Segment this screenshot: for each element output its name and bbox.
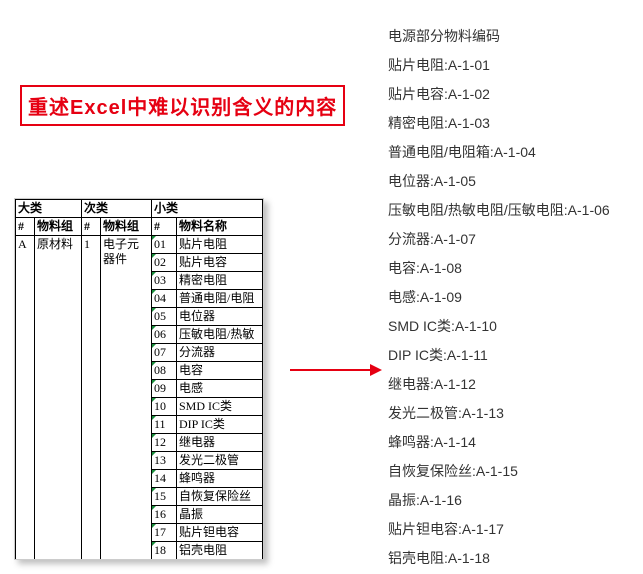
code-list-item: 分流器:A-1-07 xyxy=(388,225,610,254)
minor-code-cell: 1 xyxy=(82,236,101,560)
sub-name-cell: 发光二极管 xyxy=(177,452,263,470)
minor-name-cell: 电子元器件 xyxy=(101,236,152,560)
group-header-sub: 小类 xyxy=(152,200,263,218)
code-list-item: 蜂鸣器:A-1-14 xyxy=(388,428,610,457)
sub-code-cell: 09 xyxy=(152,380,177,398)
code-list: 电源部分物料编码 贴片电阻:A-1-01贴片电容:A-1-02精密电阻:A-1-… xyxy=(388,22,610,573)
sub-name-cell: 精密电阻 xyxy=(177,272,263,290)
sub-name-cell: 普通电阻/电阻 xyxy=(177,290,263,308)
sub-code-cell: 15 xyxy=(152,488,177,506)
code-list-item: 贴片电阻:A-1-01 xyxy=(388,51,610,80)
col-minor-name: 物料组 xyxy=(101,218,152,236)
sub-name-cell: 铝壳电阻 xyxy=(177,542,263,560)
material-table: 大类 次类 小类 # 物料组 # 物料组 # 物料名称 A原材料1电子元器件01… xyxy=(15,199,263,560)
sub-code-cell: 10 xyxy=(152,398,177,416)
sub-code-cell: 08 xyxy=(152,362,177,380)
code-list-item: 贴片电容:A-1-02 xyxy=(388,80,610,109)
code-list-item: 精密电阻:A-1-03 xyxy=(388,109,610,138)
col-sub-name: 物料名称 xyxy=(177,218,263,236)
column-header-row: # 物料组 # 物料组 # 物料名称 xyxy=(16,218,263,236)
col-sub-hash: # xyxy=(152,218,177,236)
sub-code-cell: 06 xyxy=(152,326,177,344)
sub-name-cell: 蜂鸣器 xyxy=(177,470,263,488)
sub-code-cell: 01 xyxy=(152,236,177,254)
sub-name-cell: 自恢复保险丝 xyxy=(177,488,263,506)
sub-code-cell: 07 xyxy=(152,344,177,362)
sub-name-cell: DIP IC类 xyxy=(177,416,263,434)
code-list-item: 电感:A-1-09 xyxy=(388,283,610,312)
arrow-icon xyxy=(290,360,382,380)
code-list-item: 普通电阻/电阻箱:A-1-04 xyxy=(388,138,610,167)
excel-table: 大类 次类 小类 # 物料组 # 物料组 # 物料名称 A原材料1电子元器件01… xyxy=(14,198,264,560)
sub-name-cell: 贴片电容 xyxy=(177,254,263,272)
sub-name-cell: 晶振 xyxy=(177,506,263,524)
sub-name-cell: 贴片钽电容 xyxy=(177,524,263,542)
code-list-heading: 电源部分物料编码 xyxy=(388,22,610,51)
group-header-row: 大类 次类 小类 xyxy=(16,200,263,218)
table-row: A原材料1电子元器件01贴片电阻 xyxy=(16,236,263,254)
col-minor-hash: # xyxy=(82,218,101,236)
sub-name-cell: 电感 xyxy=(177,380,263,398)
major-name-cell: 原材料 xyxy=(35,236,82,560)
document-title: 重述Excel中难以识别含义的内容 xyxy=(20,85,345,126)
col-hash: # xyxy=(16,218,35,236)
sub-code-cell: 05 xyxy=(152,308,177,326)
sub-name-cell: 压敏电阻/热敏 xyxy=(177,326,263,344)
sub-name-cell: 继电器 xyxy=(177,434,263,452)
sub-code-cell: 18 xyxy=(152,542,177,560)
sub-code-cell: 17 xyxy=(152,524,177,542)
code-list-item: 铝壳电阻:A-1-18 xyxy=(388,544,610,573)
sub-code-cell: 02 xyxy=(152,254,177,272)
sub-name-cell: 电容 xyxy=(177,362,263,380)
sub-name-cell: 贴片电阻 xyxy=(177,236,263,254)
col-major-name: 物料组 xyxy=(35,218,82,236)
group-header-major: 大类 xyxy=(16,200,82,218)
code-list-item: DIP IC类:A-1-11 xyxy=(388,341,610,370)
sub-name-cell: 电位器 xyxy=(177,308,263,326)
code-list-item: 继电器:A-1-12 xyxy=(388,370,610,399)
code-list-item: 发光二极管:A-1-13 xyxy=(388,399,610,428)
sub-code-cell: 11 xyxy=(152,416,177,434)
code-list-item: 电容:A-1-08 xyxy=(388,254,610,283)
code-list-item: 电位器:A-1-05 xyxy=(388,167,610,196)
sub-code-cell: 04 xyxy=(152,290,177,308)
sub-name-cell: 分流器 xyxy=(177,344,263,362)
sub-code-cell: 12 xyxy=(152,434,177,452)
sub-code-cell: 03 xyxy=(152,272,177,290)
sub-code-cell: 16 xyxy=(152,506,177,524)
sub-code-cell: 14 xyxy=(152,470,177,488)
code-list-item: 压敏电阻/热敏电阻/压敏电阻:A-1-06 xyxy=(388,196,610,225)
sub-name-cell: SMD IC类 xyxy=(177,398,263,416)
major-code-cell: A xyxy=(16,236,35,560)
group-header-minor: 次类 xyxy=(82,200,152,218)
code-list-item: 晶振:A-1-16 xyxy=(388,486,610,515)
code-list-item: 贴片钽电容:A-1-17 xyxy=(388,515,610,544)
sub-code-cell: 13 xyxy=(152,452,177,470)
code-list-item: 自恢复保险丝:A-1-15 xyxy=(388,457,610,486)
code-list-item: SMD IC类:A-1-10 xyxy=(388,312,610,341)
